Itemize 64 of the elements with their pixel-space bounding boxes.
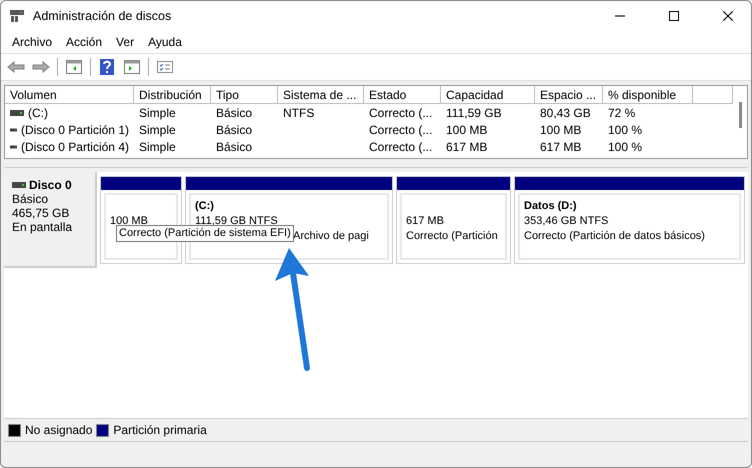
window-title: Administración de discos [33, 9, 172, 23]
legend-label: No asignado [25, 423, 92, 437]
partition-size: 617 MB [406, 214, 445, 229]
disk-name: Disco 0 [29, 178, 72, 192]
column-header[interactable]: Capacidad [441, 86, 535, 104]
table-cell: Correcto (... [369, 122, 432, 136]
table-cell: NTFS [283, 106, 314, 120]
panel-icon[interactable] [121, 57, 143, 77]
table-cell: Básico [216, 140, 252, 154]
table-cell: (Disco 0 Partición 4) [20, 140, 129, 154]
partition-status: Archivo de pagi [293, 230, 369, 242]
partition-block[interactable]: Datos (D:) 353,46 GB NTFS Correcto (Partición de datos básicos) [514, 176, 745, 264]
column-header[interactable]: Distribución [134, 86, 211, 104]
scrollbar-thumb[interactable] [738, 102, 742, 128]
column-header[interactable]: Sistema de ... [278, 86, 364, 104]
table-cell: Básico [216, 106, 252, 120]
disk-management-icon [9, 9, 25, 23]
column-header[interactable]: Estado [364, 86, 441, 104]
table-cell: Básico [216, 122, 252, 136]
table-cell: Correcto (... [369, 106, 432, 120]
drive-icon [12, 182, 26, 188]
table-cell: 80,43 GB [540, 106, 591, 120]
disk-status: En pantalla [12, 220, 74, 234]
table-cell: 100 % [608, 122, 642, 136]
disk-type: Básico [12, 192, 50, 206]
disk-info-panel[interactable]: Disco 0 Básico 465,75 GB En pantalla [4, 172, 97, 268]
partition-size: 111,59 GB NTFS [195, 214, 279, 228]
drive-icon [10, 126, 17, 132]
menu-item[interactable]: Ver [109, 35, 142, 49]
disk-size: 465,75 GB [12, 206, 70, 220]
partition-label: (C:) [195, 199, 215, 214]
partition-size: 353,46 GB NTFS [524, 214, 610, 229]
menu-item[interactable]: Ayuda [141, 35, 189, 49]
column-header[interactable]: Tipo [211, 86, 278, 104]
legend-label: Partición primaria [113, 423, 207, 437]
table-cell: Simple [139, 106, 176, 120]
table-cell: (Disco 0 Partición 1) [20, 122, 129, 136]
table-cell: 617 MB [446, 140, 488, 154]
maximize-icon[interactable] [669, 11, 679, 21]
table-cell: Correcto (... [369, 140, 432, 154]
partition-block[interactable]: 617 MB Correcto (Partición [396, 176, 511, 264]
drive-icon [10, 110, 24, 116]
close-icon[interactable] [723, 11, 733, 21]
column-header[interactable]: Volumen [5, 86, 134, 104]
table-cell: 617 MB [540, 140, 582, 154]
panel-icon[interactable] [63, 57, 85, 77]
table-cell: 100 MB [540, 122, 582, 136]
table-cell: 100 MB [446, 122, 488, 136]
table-cell: (C:) [28, 106, 48, 120]
table-cell: Simple [139, 122, 176, 136]
partition-status: Correcto (Partición [406, 230, 498, 242]
menu-item[interactable]: Acción [59, 35, 110, 49]
partition-size: 100 MB [110, 214, 149, 228]
table-cell: 111,59 GB [446, 106, 502, 120]
drive-icon [10, 144, 17, 150]
table-cell: Simple [139, 140, 176, 154]
partition-status: Correcto (Partición de datos básicos) [524, 230, 705, 242]
partition-label: Datos (D:) [524, 199, 578, 214]
table-cell: 100 % [608, 140, 642, 154]
table-cell: 72 % [608, 106, 636, 120]
tooltip: Correcto (Partición de sistema EFI) [116, 225, 294, 242]
column-header[interactable]: % disponible [603, 86, 693, 104]
column-header[interactable]: Espacio ... [535, 86, 603, 104]
menu-item[interactable]: Archivo [5, 35, 60, 49]
